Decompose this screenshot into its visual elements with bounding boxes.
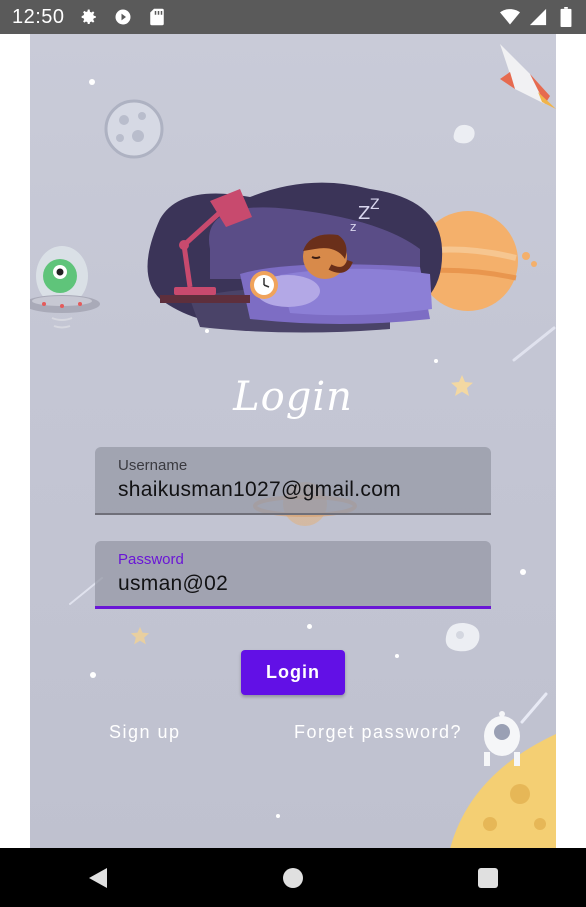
svg-text:Z: Z <box>370 197 380 213</box>
rock-illustration <box>445 622 480 652</box>
svg-text:z: z <box>350 220 356 234</box>
status-icons-left <box>79 7 167 27</box>
star-dot <box>90 672 96 678</box>
planet-robot-illustration <box>450 692 556 848</box>
space-background: Z Z z Login Username shaikusman1027@gmai… <box>30 34 556 848</box>
star-dot <box>89 79 95 85</box>
star-dot <box>434 359 438 363</box>
username-field[interactable]: Username shaikusman1027@gmail.com <box>95 447 491 515</box>
password-input[interactable]: usman@02 <box>118 572 468 596</box>
star-dot <box>520 569 526 575</box>
moon-illustration <box>104 99 164 159</box>
password-field[interactable]: Password usman@02 <box>95 541 491 609</box>
home-icon[interactable] <box>273 858 313 898</box>
star-dot <box>395 654 399 658</box>
alien-ufo-illustration <box>30 246 100 329</box>
username-label: Username <box>118 457 188 474</box>
shooting-star-illustration <box>512 326 556 362</box>
sleeping-man-illustration: Z Z z <box>147 182 443 333</box>
wifi-icon <box>500 7 520 27</box>
status-bar: 12:50 <box>0 0 586 34</box>
password-label: Password <box>118 551 184 568</box>
rock-illustration <box>453 124 475 144</box>
star-dot <box>276 814 280 818</box>
status-time: 12:50 <box>12 5 65 28</box>
sign-up-link[interactable]: Sign up <box>109 722 181 743</box>
svg-text:Z: Z <box>358 203 370 224</box>
star-dot <box>307 624 312 629</box>
play-protect-icon <box>113 7 133 27</box>
star-illustration <box>130 626 150 645</box>
battery-icon <box>556 7 576 27</box>
cell-signal-icon <box>528 7 548 27</box>
settings-icon <box>79 7 99 27</box>
status-icons-right <box>500 7 576 27</box>
rocket-illustration <box>500 44 556 109</box>
back-icon[interactable] <box>78 858 118 898</box>
sd-card-icon <box>147 7 167 27</box>
username-input[interactable]: shaikusman1027@gmail.com <box>118 478 468 502</box>
login-screen: 12:50 Z Z z Login Username shaikusman102… <box>0 0 586 907</box>
navigation-bar <box>0 848 586 907</box>
recents-icon[interactable] <box>468 858 508 898</box>
forget-password-link[interactable]: Forget password? <box>294 722 462 743</box>
login-title: Login <box>233 374 353 420</box>
login-button[interactable]: Login <box>241 650 345 695</box>
